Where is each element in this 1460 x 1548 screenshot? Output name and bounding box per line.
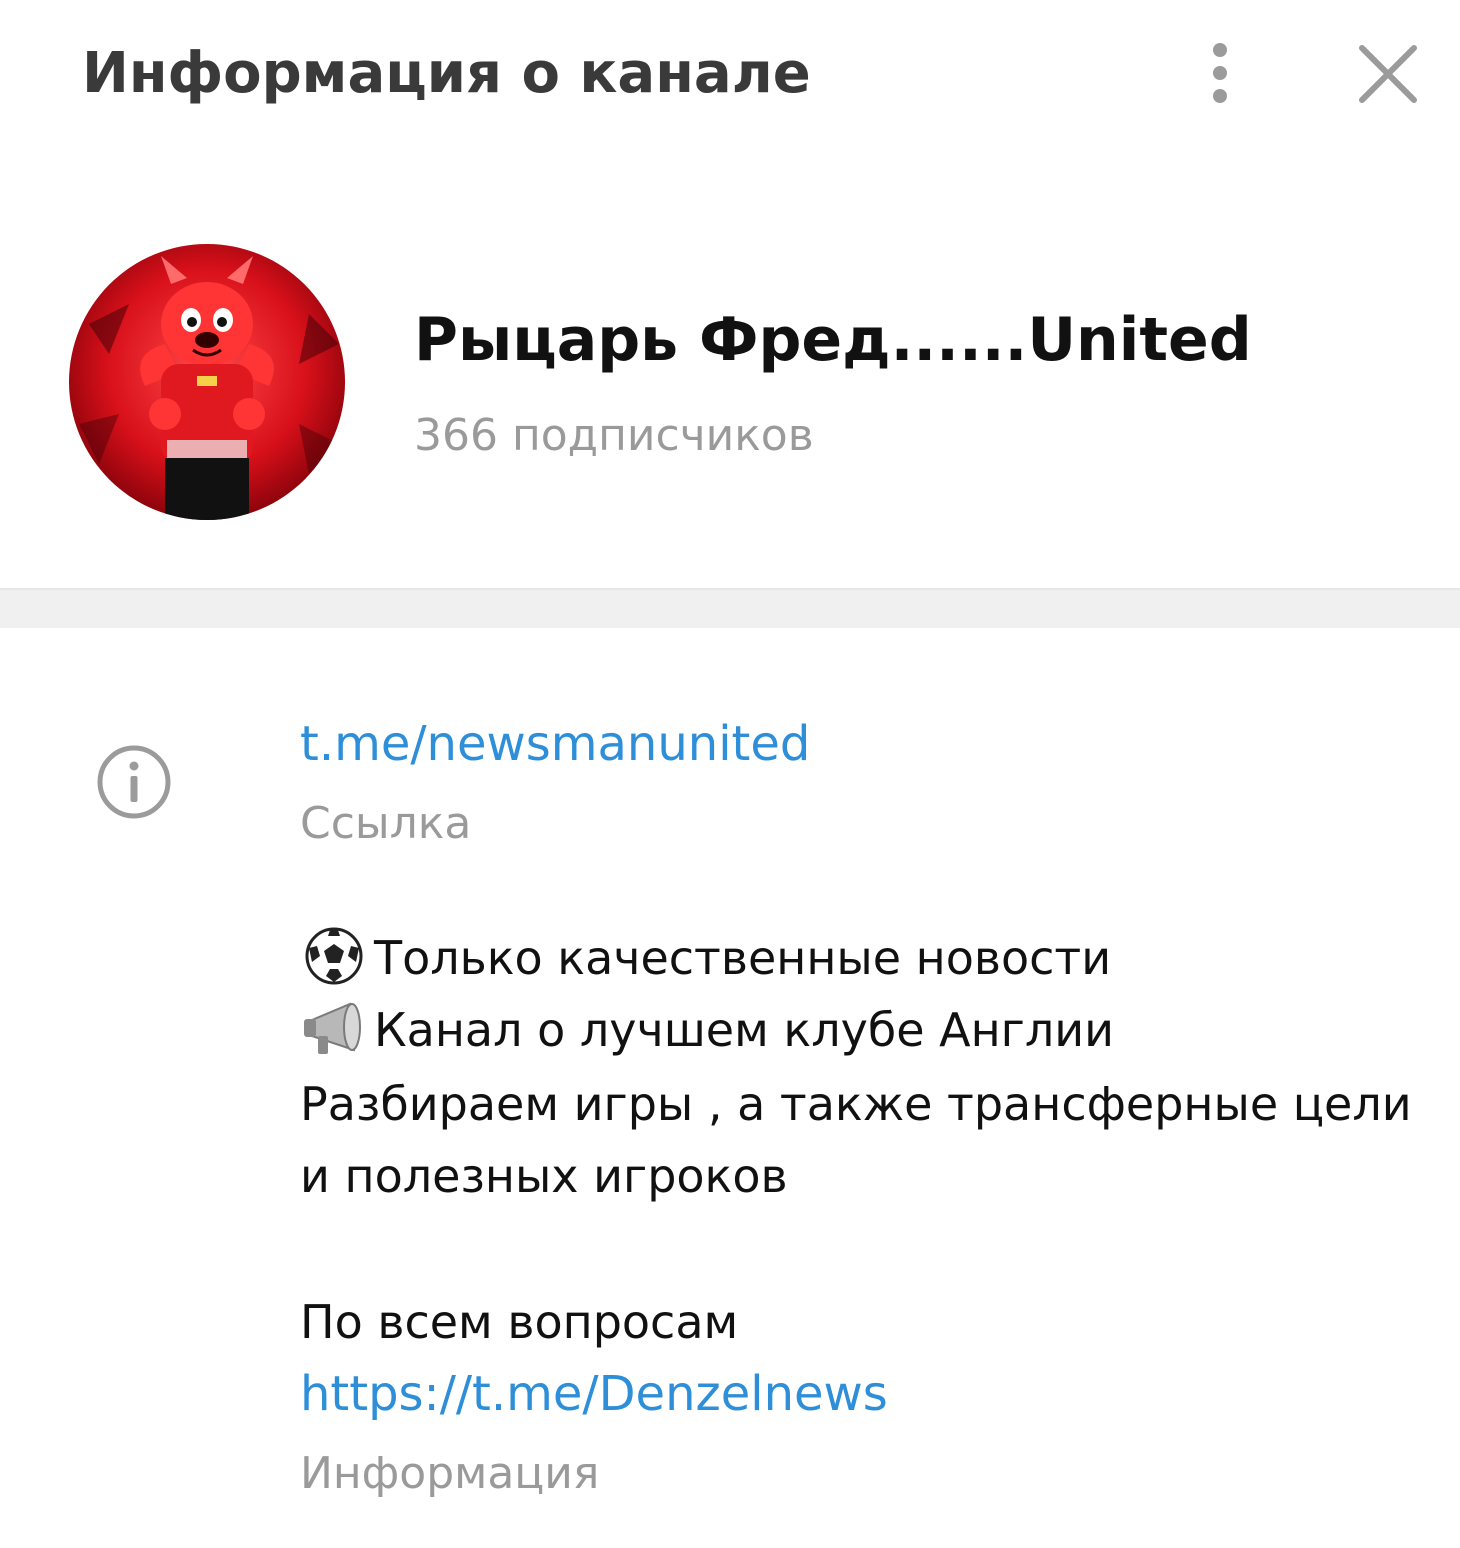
panel-header: Информация о канале	[0, 0, 1460, 150]
more-vertical-icon	[1213, 43, 1227, 103]
panel-title: Информация о канале	[82, 41, 811, 106]
description-text: Канал о лучшем клубе Англии	[374, 1003, 1115, 1057]
description-line: По всем вопросам	[300, 1295, 739, 1349]
channel-avatar-image	[69, 244, 345, 520]
soccer-ball-icon	[300, 926, 370, 986]
channel-profile: Рыцарь Фред......United 366 подписчиков	[0, 150, 1460, 588]
close-button[interactable]	[1352, 40, 1424, 108]
description-text: Только качественные новости	[374, 931, 1112, 985]
channel-link[interactable]: t.me/newsmanunited	[300, 712, 810, 776]
link-caption: Ссылка	[300, 798, 472, 849]
section-divider	[0, 588, 1460, 628]
channel-name: Рыцарь Фред......United	[414, 305, 1252, 375]
contact-link[interactable]: https://t.me/Denzelnews	[300, 1358, 888, 1430]
info-icon	[94, 742, 174, 822]
description-line: Разбираем игры , а также трансферные цел…	[300, 1077, 1412, 1131]
subscriber-count: 366 подписчиков	[414, 410, 814, 461]
description-line: и полезных игроков	[300, 1149, 788, 1203]
more-options-button[interactable]	[1190, 40, 1250, 108]
channel-info-section: t.me/newsmanunited Ссылка Только качеств…	[0, 628, 1460, 1548]
megaphone-icon	[300, 998, 370, 1058]
description-caption: Информация	[300, 1448, 600, 1499]
description-line: Канал о лучшем клубе Англии	[300, 994, 1114, 1066]
avatar[interactable]	[69, 244, 345, 520]
close-icon	[1359, 45, 1417, 103]
description-line: Только качественные новости	[300, 922, 1111, 994]
